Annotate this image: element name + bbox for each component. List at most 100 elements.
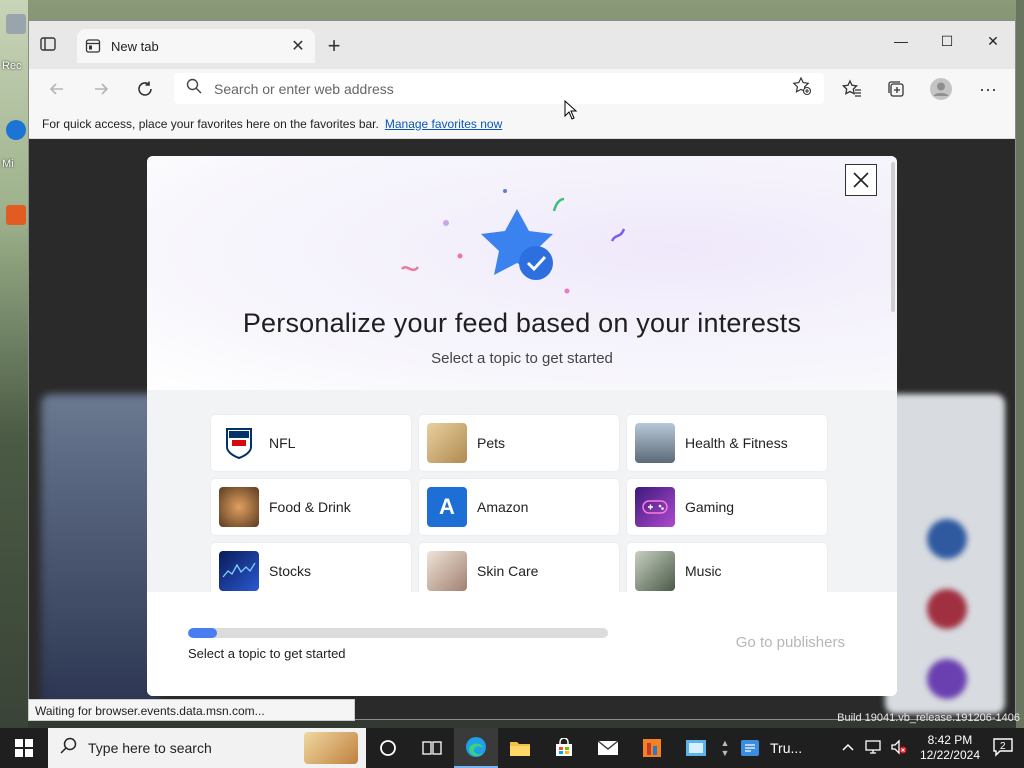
- music-photo: [635, 551, 675, 591]
- topic-label: Gaming: [685, 499, 735, 515]
- dialog-subtitle: Select a topic to get started: [431, 350, 613, 367]
- selection-progress-bar: [188, 628, 608, 638]
- background-blob: [927, 589, 967, 629]
- desktop-edge-right: [1016, 0, 1024, 730]
- topics-panel: NFL Pets Health & Fitness Food & Drink A…: [147, 390, 897, 592]
- nfl-shield-icon: [219, 423, 259, 463]
- background-blob: [927, 519, 967, 559]
- topic-music[interactable]: Music: [627, 543, 827, 592]
- address-bar[interactable]: [174, 73, 824, 104]
- volume-muted-icon[interactable]: [890, 738, 908, 758]
- collections-icon[interactable]: [885, 78, 907, 100]
- dialog-title: Personalize your feed based on your inte…: [242, 308, 802, 338]
- topic-pets[interactable]: Pets: [419, 415, 619, 471]
- clock-date: 12/22/2024: [919, 748, 980, 762]
- clock[interactable]: 8:42 PM 12/22/2024: [920, 733, 980, 763]
- taskbar-scroll-arrows[interactable]: ▲ ▼: [718, 728, 732, 768]
- notification-count: 2: [1000, 740, 1006, 752]
- profile-avatar[interactable]: [930, 78, 952, 100]
- new-tab-page-icon: [85, 38, 101, 54]
- add-favorite-icon[interactable]: [792, 76, 812, 101]
- minimize-button[interactable]: —: [881, 27, 921, 55]
- refresh-button[interactable]: [131, 75, 159, 103]
- cortana-icon[interactable]: [366, 728, 410, 768]
- progress-fill: [188, 628, 218, 638]
- tab-close-icon[interactable]: ✕: [289, 36, 307, 56]
- taskbar-search-box[interactable]: Type here to search: [48, 728, 366, 768]
- store-icon[interactable]: [542, 728, 586, 768]
- favorites-icon[interactable]: [841, 78, 863, 100]
- network-icon[interactable]: [864, 739, 882, 758]
- browser-window: New tab ✕ + — ☐ ✕ Search or enter web ad…: [28, 20, 1016, 720]
- app-icon[interactable]: [674, 728, 718, 768]
- clock-time: 8:42 PM: [927, 733, 973, 747]
- dialog-header: Personalize your feed based on your inte…: [147, 156, 897, 390]
- go-to-publishers-button[interactable]: Go to publishers: [736, 634, 845, 651]
- file-explorer-icon[interactable]: [498, 728, 542, 768]
- task-view-icon[interactable]: [410, 728, 454, 768]
- fitness-photo: [635, 423, 675, 463]
- edge-desktop-icon[interactable]: [6, 120, 26, 140]
- progress-label: Select a topic to get started: [188, 646, 346, 661]
- office-app-icon[interactable]: [630, 728, 674, 768]
- topic-label: Food & Drink: [269, 499, 351, 515]
- desktop-icon-label: Mi: [2, 158, 14, 170]
- windows-build-watermark: Build 19041.vb_release.191206-1406: [837, 712, 1020, 724]
- close-window-button[interactable]: ✕: [973, 27, 1013, 55]
- notification-center-icon[interactable]: 2: [992, 737, 1014, 760]
- search-icon: [186, 78, 202, 99]
- taskbar: Type here to search ▲ ▼ Tru... 8:42 PM 1…: [0, 728, 1024, 768]
- start-button[interactable]: [0, 728, 48, 768]
- taskbar-search-placeholder: Type here to search: [88, 740, 212, 756]
- dialog-scrollbar[interactable]: [891, 162, 895, 312]
- tab-title: New tab: [111, 38, 159, 54]
- topic-label: Pets: [477, 435, 506, 451]
- search-highlight-image: [304, 732, 358, 764]
- topic-gaming[interactable]: Gaming: [627, 479, 827, 535]
- desktop-edge: [0, 0, 28, 730]
- address-input[interactable]: [214, 80, 792, 97]
- tab-actions-icon[interactable]: [39, 35, 59, 55]
- topic-stocks[interactable]: Stocks: [211, 543, 411, 592]
- topic-label: Skin Care: [477, 563, 539, 579]
- topic-label: Stocks: [269, 563, 312, 579]
- background-blob: [927, 659, 967, 699]
- favorites-bar-text: For quick access, place your favorites h…: [42, 116, 379, 131]
- topic-skin-care[interactable]: Skin Care: [419, 543, 619, 592]
- topics-grid: NFL Pets Health & Fitness Food & Drink A…: [211, 415, 827, 592]
- pets-photo: [427, 423, 467, 463]
- topic-food-drink[interactable]: Food & Drink: [211, 479, 411, 535]
- manage-favorites-link[interactable]: Manage favorites now: [385, 117, 502, 131]
- topic-nfl[interactable]: NFL: [211, 415, 411, 471]
- new-tab-button[interactable]: +: [322, 33, 346, 59]
- food-photo: [219, 487, 259, 527]
- search-icon: [60, 737, 78, 760]
- chevron-up-icon[interactable]: [842, 741, 854, 755]
- back-button[interactable]: [43, 75, 71, 103]
- app-desktop-icon[interactable]: [6, 205, 26, 225]
- trusted-app-icon[interactable]: Tru...: [732, 728, 810, 768]
- system-tray: 8:42 PM 12/22/2024 2: [836, 728, 1024, 768]
- dialog-footer: Select a topic to get started Go to publ…: [147, 592, 897, 696]
- edge-taskbar-icon[interactable]: [454, 728, 498, 768]
- tab-new-tab[interactable]: New tab ✕: [77, 29, 315, 63]
- recycle-bin-icon[interactable]: [6, 14, 26, 34]
- topic-amazon[interactable]: A Amazon: [419, 479, 619, 535]
- more-options-icon[interactable]: ···: [977, 78, 999, 100]
- mail-icon[interactable]: [586, 728, 630, 768]
- personalize-dialog: Personalize your feed based on your inte…: [147, 156, 897, 696]
- forward-button[interactable]: [87, 75, 115, 103]
- dialog-close-button[interactable]: [845, 164, 877, 196]
- toolbar: ···: [29, 69, 1015, 109]
- stocks-chart-photo: [219, 551, 259, 591]
- status-bar: Waiting for browser.events.data.msn.com.…: [28, 699, 355, 721]
- background-card-left: [41, 394, 161, 714]
- topic-label: Music: [685, 563, 722, 579]
- new-tab-page: Personalize your feed based on your inte…: [29, 139, 1015, 719]
- desktop-icon-label: Rec: [2, 60, 22, 72]
- taskbar-app-label: Tru...: [770, 740, 803, 756]
- amazon-a-icon: A: [427, 487, 467, 527]
- skincare-photo: [427, 551, 467, 591]
- maximize-button[interactable]: ☐: [927, 27, 967, 55]
- topic-health-fitness[interactable]: Health & Fitness: [627, 415, 827, 471]
